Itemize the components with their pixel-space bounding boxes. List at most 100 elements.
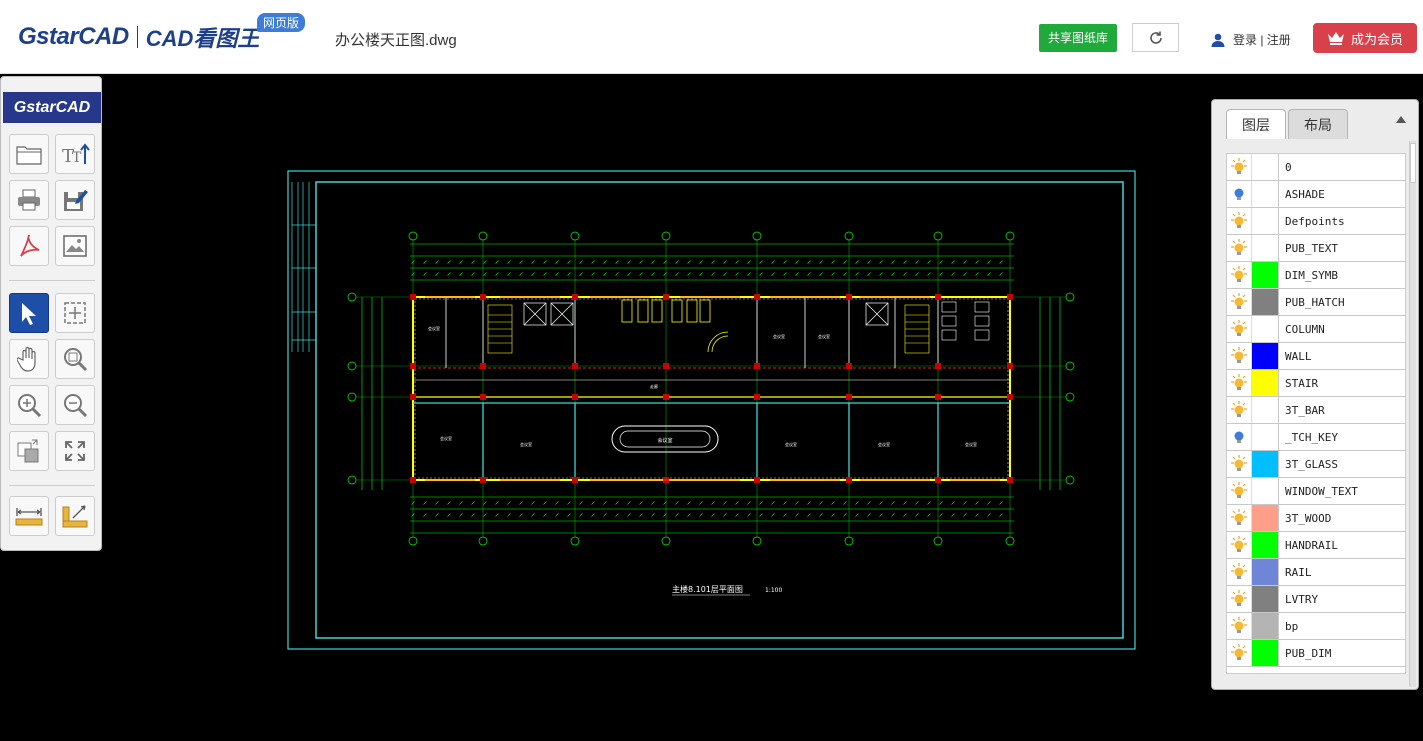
zoom-window-button[interactable] <box>55 339 95 379</box>
pan-button[interactable] <box>9 339 49 379</box>
layer-color-swatch[interactable] <box>1252 397 1279 423</box>
measure-linear-button[interactable] <box>9 496 49 536</box>
open-file-button[interactable] <box>9 134 49 174</box>
dimension-tick <box>915 513 919 517</box>
bulb-off-icon[interactable] <box>1227 181 1252 207</box>
layer-color-swatch[interactable] <box>1252 208 1279 234</box>
bulb-on-icon[interactable] <box>1227 478 1252 504</box>
layer-row[interactable]: WALL <box>1227 343 1405 370</box>
login-register-link[interactable]: 登录 | 注册 <box>1233 31 1291 48</box>
app-logo[interactable]: GstarCAD CAD看图王 <box>18 22 259 52</box>
layer-color-swatch[interactable] <box>1252 532 1279 558</box>
layer-color-swatch[interactable] <box>1252 613 1279 639</box>
layer-color-swatch[interactable] <box>1252 559 1279 585</box>
bulb-on-icon[interactable] <box>1227 154 1252 180</box>
bulb-on-icon[interactable] <box>1227 208 1252 234</box>
layer-color-swatch[interactable] <box>1252 370 1279 396</box>
dimension-tick <box>819 501 823 505</box>
bulb-on-icon[interactable] <box>1227 559 1252 585</box>
layer-color-swatch[interactable] <box>1252 478 1279 504</box>
bulb-on-icon[interactable] <box>1227 370 1252 396</box>
layer-row[interactable]: bp <box>1227 613 1405 640</box>
text-size-button[interactable]: TT <box>55 134 95 174</box>
layer-row[interactable]: PUB_TEXT <box>1227 235 1405 262</box>
layer-row[interactable]: COLUMN <box>1227 316 1405 343</box>
layer-color-swatch[interactable] <box>1252 316 1279 342</box>
layer-row[interactable]: 3T_BAR <box>1227 397 1405 424</box>
layer-color-swatch[interactable] <box>1252 235 1279 261</box>
layer-row[interactable]: STAIR <box>1227 370 1405 397</box>
layer-row[interactable]: WINDOW_TEXT <box>1227 478 1405 505</box>
layer-row[interactable]: ASHADE <box>1227 181 1405 208</box>
layer-color-swatch[interactable] <box>1252 262 1279 288</box>
save-button[interactable] <box>55 180 95 220</box>
drawing-canvas[interactable]: 会议室 会议室 会议室 会议室 会议室 会议室 会议室 会议室 会议室 走廊 主楼8.101… <box>0 74 1423 741</box>
bulb-on-icon[interactable] <box>1227 586 1252 612</box>
axis-bubble <box>478 536 488 546</box>
bulb-on-icon[interactable] <box>1227 343 1252 369</box>
layer-color-swatch[interactable] <box>1252 451 1279 477</box>
refresh-button[interactable] <box>1132 23 1179 52</box>
layer-color-swatch[interactable] <box>1252 424 1279 450</box>
layer-row[interactable]: RAIL <box>1227 559 1405 586</box>
layer-row[interactable]: 0 <box>1227 154 1405 181</box>
column <box>935 363 941 369</box>
login-register[interactable]: 登录 | 注册 <box>1210 31 1291 48</box>
measure-aligned-button[interactable] <box>55 496 95 536</box>
layer-row[interactable]: 3T_WOOD <box>1227 505 1405 532</box>
zoom-in-button[interactable] <box>9 385 49 425</box>
layer-scrollbar[interactable] <box>1409 141 1416 687</box>
bulb-off-icon[interactable] <box>1227 424 1252 450</box>
layer-row[interactable]: Defpoints <box>1227 208 1405 235</box>
bulb-on-icon[interactable] <box>1227 397 1252 423</box>
scroll-thumb[interactable] <box>1410 143 1416 183</box>
bulb-on-icon[interactable] <box>1227 532 1252 558</box>
layer-copy-button[interactable] <box>9 431 49 471</box>
layer-row[interactable]: PUB_DIM <box>1227 640 1405 667</box>
bulb-on-icon[interactable] <box>1227 640 1252 666</box>
layer-color-swatch[interactable] <box>1252 640 1279 666</box>
window-select-button[interactable] <box>55 293 95 333</box>
logo-divider <box>136 26 138 48</box>
bulb-on-icon[interactable] <box>1227 613 1252 639</box>
layer-color-swatch[interactable] <box>1252 289 1279 315</box>
layer-row[interactable]: 3T_GLASS <box>1227 451 1405 478</box>
bulb-on-icon[interactable] <box>1227 451 1252 477</box>
layer-name: 3T_BAR <box>1285 403 1325 417</box>
column <box>935 294 941 300</box>
dimension-tick <box>951 260 955 264</box>
layer-row[interactable]: _TCH_KEY <box>1227 424 1405 451</box>
layer-row[interactable]: DIM_SYMB <box>1227 262 1405 289</box>
dimension-tick <box>459 272 463 276</box>
layer-row[interactable]: LVTRY <box>1227 586 1405 613</box>
zoom-out-button[interactable] <box>55 385 95 425</box>
export-pdf-button[interactable] <box>9 226 49 266</box>
dimension-tick <box>675 501 679 505</box>
bulb-on-icon[interactable] <box>1227 505 1252 531</box>
column <box>754 294 760 300</box>
share-drawing-library-button[interactable]: 共享图纸库 <box>1039 24 1117 52</box>
tab-layout[interactable]: 布局 <box>1288 109 1348 139</box>
zoom-extents-button[interactable] <box>55 431 95 471</box>
dimension-tick <box>963 501 967 505</box>
export-image-button[interactable] <box>55 226 95 266</box>
bulb-on-icon[interactable] <box>1227 316 1252 342</box>
layer-color-swatch[interactable] <box>1252 505 1279 531</box>
dimension-tick <box>651 501 655 505</box>
layer-color-swatch[interactable] <box>1252 181 1279 207</box>
collapse-panel-icon[interactable] <box>1396 116 1406 123</box>
bulb-on-icon[interactable] <box>1227 289 1252 315</box>
layer-row[interactable]: HANDRAIL <box>1227 532 1405 559</box>
layer-color-swatch[interactable] <box>1252 154 1279 180</box>
tab-layers[interactable]: 图层 <box>1226 109 1286 139</box>
print-button[interactable] <box>9 180 49 220</box>
become-member-button[interactable]: 成为会员 <box>1313 23 1417 53</box>
dimension-tick <box>759 501 763 505</box>
layer-color-swatch[interactable] <box>1252 343 1279 369</box>
dimension-tick <box>459 513 463 517</box>
layer-color-swatch[interactable] <box>1252 586 1279 612</box>
bulb-on-icon[interactable] <box>1227 262 1252 288</box>
layer-row[interactable]: PUB_HATCH <box>1227 289 1405 316</box>
bulb-on-icon[interactable] <box>1227 235 1252 261</box>
select-button[interactable] <box>9 293 49 333</box>
